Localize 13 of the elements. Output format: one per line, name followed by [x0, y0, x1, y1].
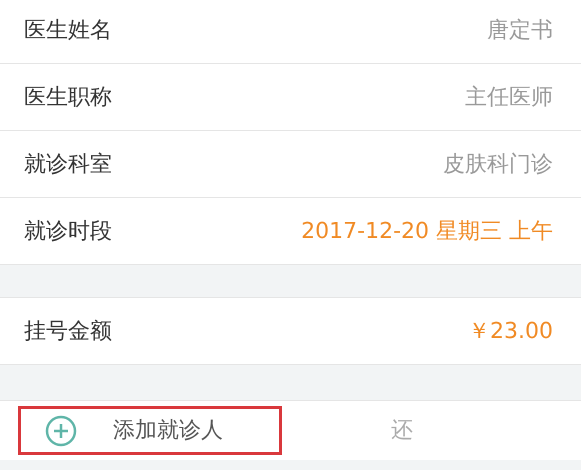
- field-label: 医生姓名: [24, 16, 112, 44]
- field-label: 就诊科室: [24, 150, 112, 178]
- field-label: 医生职称: [24, 84, 112, 112]
- field-value: 皮肤科门诊: [443, 150, 553, 178]
- field-value: 唐定书: [487, 16, 553, 44]
- field-label: 就诊时段: [24, 218, 112, 246]
- field-value: ￥23.00: [468, 318, 553, 346]
- field-value: 2017-12-20 星期三 上午: [301, 218, 553, 246]
- field-label: 挂号金额: [24, 318, 112, 346]
- note-text: 还: [391, 417, 413, 445]
- add-patient-button[interactable]: 添加就诊人: [18, 406, 282, 455]
- plus-circle-icon: [45, 414, 77, 446]
- field-value: 主任医师: [465, 84, 553, 112]
